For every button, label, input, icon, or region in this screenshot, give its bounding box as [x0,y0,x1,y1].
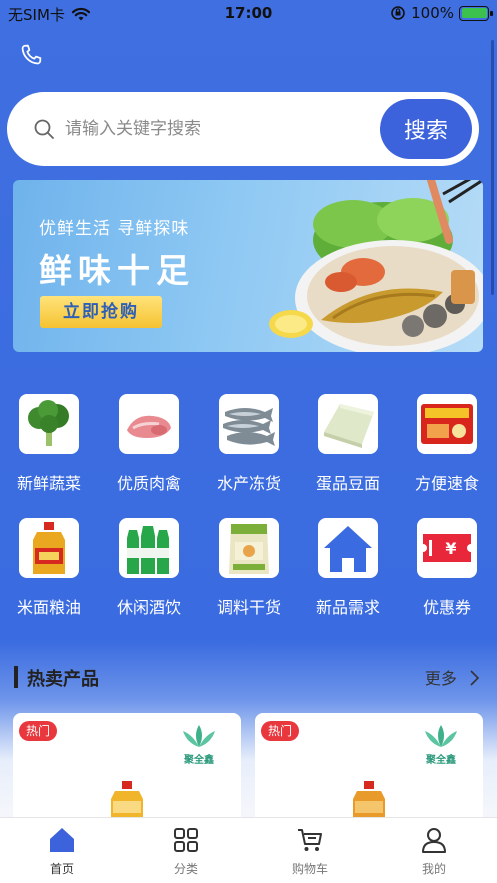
brand-logo: 聚全鑫 [415,721,467,766]
category-coupons[interactable]: ¥ 优惠券 [402,514,492,624]
category-drinks[interactable]: 休闲酒饮 [104,514,194,624]
bottom-tab-bar: 首页 分类 购物车 我的 [0,817,497,883]
home-tab-icon [50,828,74,852]
category-label: 水产冻货 [216,474,281,493]
broccoli-icon [19,394,79,454]
category-label: 优惠券 [422,598,471,617]
chevron-right-icon [470,670,480,686]
tab-label: 我的 [421,862,446,876]
battery-info: 100% [390,4,493,22]
battery-icon [459,5,493,21]
category-instant-food[interactable]: 方便速食 [402,390,492,500]
category-grain-oil[interactable]: 米面粮油 [4,514,94,624]
grid-icon [174,828,198,852]
promo-banner[interactable]: 优鲜生活 寻鲜探味 鲜味十足 立即抢购 [13,180,483,352]
product-card[interactable]: 热门 聚全鑫 [13,713,241,833]
category-meat[interactable]: 优质肉禽 [104,390,194,500]
drink-bottles-icon [119,518,179,578]
search-input[interactable] [65,114,365,144]
category-label: 新品需求 [315,598,380,617]
tab-label: 首页 [49,862,74,876]
coupon-icon: ¥ [417,518,477,578]
search-bar: 搜索 [7,92,479,166]
category-seafood[interactable]: 水产冻货 [204,390,294,500]
more-link[interactable]: 更多 [425,665,480,689]
battery-percent: 100% [411,4,454,22]
category-label: 方便速食 [414,474,479,493]
section-marker [14,666,18,688]
section-title: 热卖产品 [27,669,99,690]
tab-label: 购物车 [291,862,328,876]
search-button[interactable]: 搜索 [380,99,472,159]
tab-profile[interactable]: 我的 [372,818,496,883]
search-icon [34,119,54,139]
tab-cart[interactable]: 购物车 [248,818,372,883]
product-card[interactable]: 热门 聚全鑫 [255,713,483,833]
category-vegetables[interactable]: 新鲜蔬菜 [4,390,94,500]
meat-icon [119,394,179,454]
orientation-lock-icon [391,6,405,20]
hot-badge: 热门 [261,721,300,741]
status-bar: 无SIM卡 17:00 100% [0,0,497,28]
category-label: 调料干货 [216,598,281,617]
tab-label: 分类 [173,862,198,876]
category-label: 优质肉禽 [116,474,181,493]
svg-text:¥: ¥ [445,539,456,558]
tab-home[interactable]: 首页 [0,818,124,883]
instant-noodle-icon [417,394,477,454]
user-icon [422,828,446,853]
tab-category[interactable]: 分类 [124,818,248,883]
phone-icon[interactable] [18,42,44,68]
category-label: 米面粮油 [16,598,81,617]
category-label: 蛋品豆面 [315,474,380,493]
app-screen: 无SIM卡 17:00 100% 请输入关键字搜索 搜索 优鲜生活 寻鲜探味 鲜… [0,0,497,883]
category-label: 新鲜蔬菜 [16,474,81,493]
category-new-products[interactable]: 新品需求 [303,514,393,624]
hot-badge: 热门 [19,721,58,741]
category-eggs-tofu[interactable]: 蛋品豆面 [303,390,393,500]
category-label: 休闲酒饮 [116,598,181,617]
seafood-platter-image [269,180,483,352]
seasoning-bag-icon [219,518,279,578]
oil-bottle-icon [19,518,79,578]
hot-products-header: 热卖产品 更多 [14,662,484,692]
home-icon [318,518,378,578]
more-label: 更多 [424,669,457,688]
tofu-icon [318,394,378,454]
cart-icon [298,829,322,851]
scroll-indicator[interactable] [491,40,494,295]
fish-icon [219,394,279,454]
banner-title: 鲜味十足 [39,251,195,290]
category-seasoning[interactable]: 调料干货 [204,514,294,624]
banner-slogan: 优鲜生活 寻鲜探味 [39,219,190,239]
buy-now-button[interactable]: 立即抢购 [40,296,162,328]
brand-logo: 聚全鑫 [173,721,225,766]
